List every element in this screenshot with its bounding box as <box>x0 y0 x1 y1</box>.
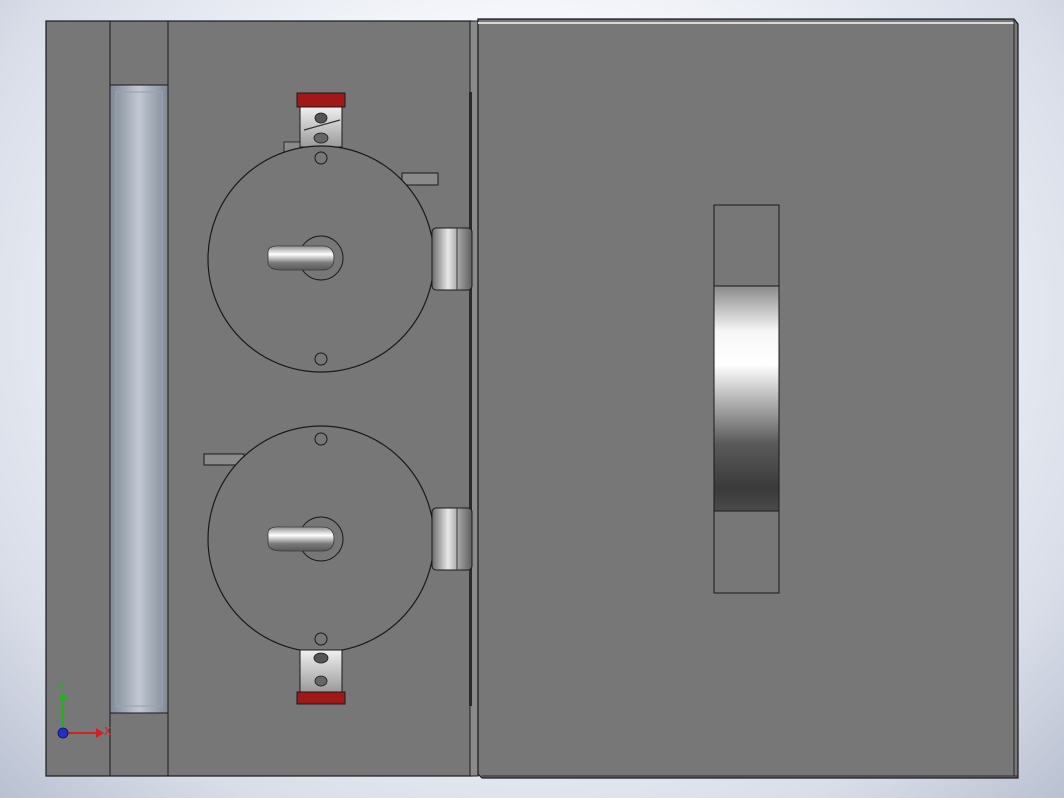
mounting-rail <box>469 20 479 777</box>
lower-motor-shaft <box>267 526 335 552</box>
cad-model-view[interactable]: X Y <box>0 0 1064 798</box>
roller-cylinder[interactable] <box>713 204 780 594</box>
x-axis-label: X <box>104 725 112 738</box>
upper-motor-coupler <box>431 227 473 291</box>
lower-motor-coupler <box>431 507 473 571</box>
graphics-viewport[interactable]: X Y <box>0 0 1064 798</box>
y-axis-label: Y <box>57 680 65 693</box>
upper-motor-clamp <box>296 92 346 148</box>
frame-slot <box>109 84 169 714</box>
upper-motor-shaft <box>267 245 335 271</box>
z-axis-dot <box>57 727 69 739</box>
lower-motor-clamp <box>296 649 346 705</box>
